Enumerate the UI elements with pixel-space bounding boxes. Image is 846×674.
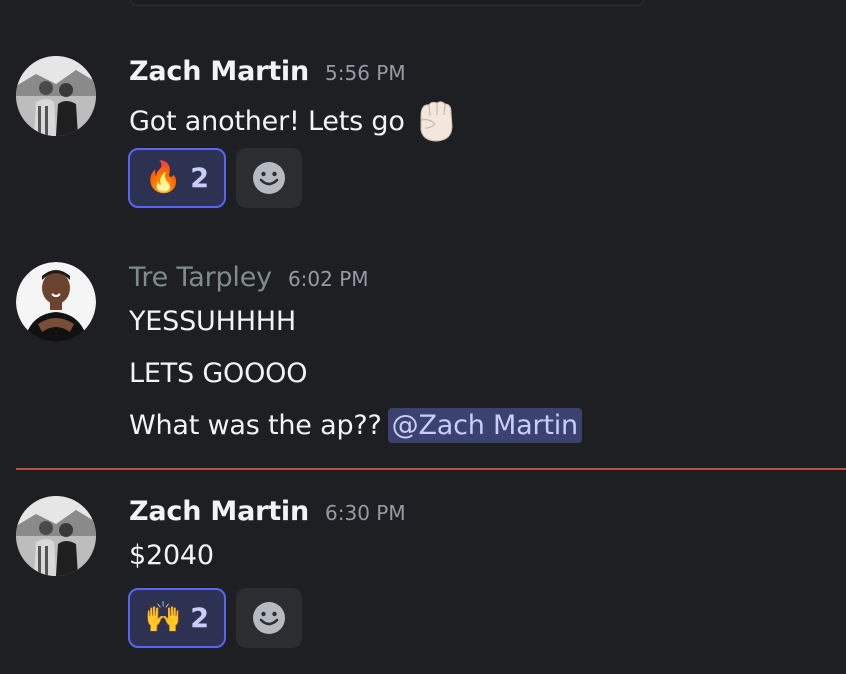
avatar[interactable] <box>16 496 96 576</box>
message-timestamp[interactable]: 5:56 PM <box>325 61 406 85</box>
author-name[interactable]: Tre Tarpley <box>129 262 272 293</box>
message-text: $2040 <box>129 540 214 571</box>
message-line: Got another! Lets go <box>129 98 457 144</box>
message-text: YESSUHHHH <box>129 306 297 337</box>
add-reaction-button[interactable] <box>236 148 302 208</box>
add-reaction-button[interactable] <box>236 588 302 648</box>
message-line: What was the ap?? @Zach Martin <box>129 408 582 443</box>
author-name[interactable]: Zach Martin <box>129 496 309 527</box>
fire-icon: 🔥 <box>144 160 183 195</box>
add-reaction-smiley-icon <box>253 162 285 194</box>
reaction-fire[interactable]: 🔥 2 <box>128 148 226 208</box>
previous-embed-edge <box>130 0 644 6</box>
raised-fist-emoji <box>411 98 457 144</box>
reaction-bar: 🔥 2 <box>128 148 302 208</box>
reaction-count: 2 <box>190 162 210 194</box>
user-mention[interactable]: @Zach Martin <box>387 408 582 443</box>
chat-view: Zach Martin 5:56 PM Got another! Lets go… <box>0 0 846 674</box>
raised-hands-icon: 🙌 <box>144 600 183 635</box>
message-text: Got another! Lets go <box>129 105 405 137</box>
message-line: $2040 <box>129 540 214 571</box>
message-timestamp[interactable]: 6:30 PM <box>325 501 406 525</box>
reaction-raised-hands[interactable]: 🙌 2 <box>128 588 226 648</box>
avatar[interactable] <box>16 56 96 136</box>
message-timestamp[interactable]: 6:02 PM <box>288 267 369 291</box>
add-reaction-smiley-icon <box>253 602 285 634</box>
message-text: What was the ap?? <box>129 410 382 441</box>
message-line: YESSUHHHH <box>129 306 296 337</box>
message-line: LETS GOOOO <box>129 358 307 389</box>
avatar[interactable] <box>16 262 96 342</box>
reaction-bar: 🙌 2 <box>128 588 302 648</box>
new-messages-divider <box>16 468 846 470</box>
reaction-count: 2 <box>190 602 210 634</box>
author-name[interactable]: Zach Martin <box>129 56 309 87</box>
message-text: LETS GOOOO <box>129 358 308 389</box>
